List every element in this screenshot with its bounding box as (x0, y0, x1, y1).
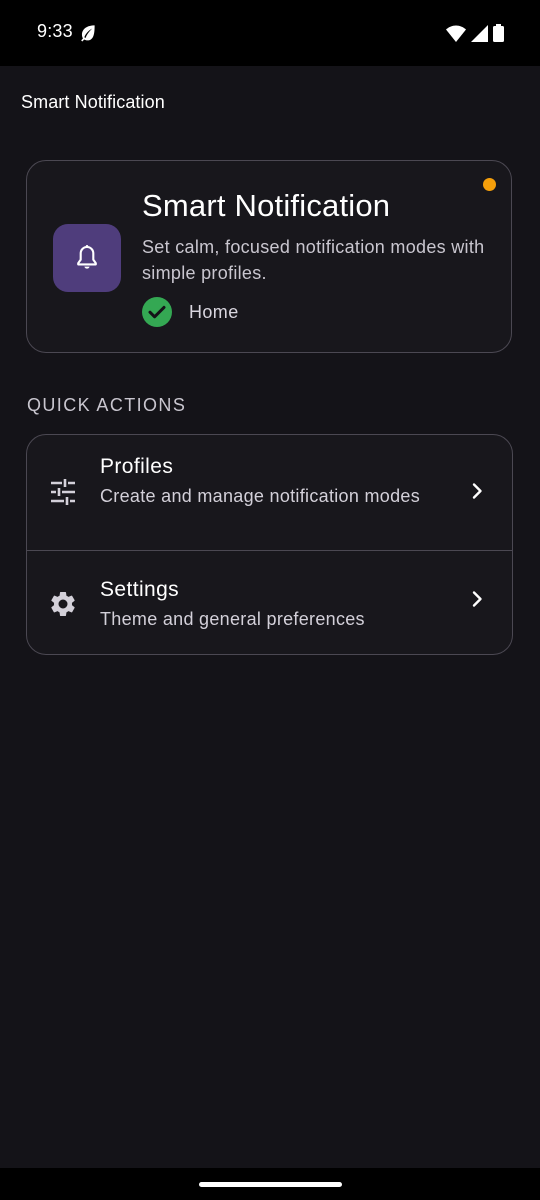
profiles-action[interactable]: Profiles Create and manage notification … (27, 435, 512, 550)
status-time: 9:33 (37, 21, 73, 41)
profiles-subtitle: Create and manage notification modes (100, 486, 420, 506)
status-bar: 9:33 (0, 0, 540, 66)
settings-subtitle: Theme and general preferences (100, 609, 365, 629)
gesture-nav-bar (0, 1168, 540, 1200)
tune-sliders-icon (51, 479, 75, 505)
leaf-icon (81, 25, 95, 42)
battery-icon (493, 24, 504, 42)
signal-icon (471, 24, 488, 42)
hero-title: Smart Notification (142, 188, 391, 223)
chevron-right-icon (472, 591, 482, 607)
chevron-right-icon (472, 483, 482, 499)
bell-icon (77, 245, 97, 269)
hero-card: Smart Notification Set calm, focused not… (26, 160, 512, 353)
check-circle-icon (142, 297, 172, 327)
status-indicator-dot (483, 178, 496, 191)
quick-actions-header: QUICK ACTIONS (27, 395, 187, 415)
wifi-icon (446, 25, 466, 42)
home-indicator[interactable] (199, 1182, 342, 1187)
hero-description: Set calm, focused notification modes wit… (142, 237, 485, 283)
active-profile-label: Home (189, 301, 239, 322)
app-bar-title: Smart Notification (21, 92, 165, 112)
active-profile-status: Home (142, 297, 239, 327)
app-screen: 9:33 Smart Notification Smart Notificati… (0, 0, 540, 1200)
quick-actions-card: Profiles Create and manage notification … (26, 434, 513, 655)
profiles-title: Profiles (100, 455, 174, 478)
gear-icon (51, 591, 75, 616)
app-icon-tile (53, 224, 121, 292)
status-icons (446, 24, 504, 42)
settings-action[interactable]: Settings Theme and general preferences (27, 551, 512, 654)
settings-title: Settings (100, 578, 180, 601)
